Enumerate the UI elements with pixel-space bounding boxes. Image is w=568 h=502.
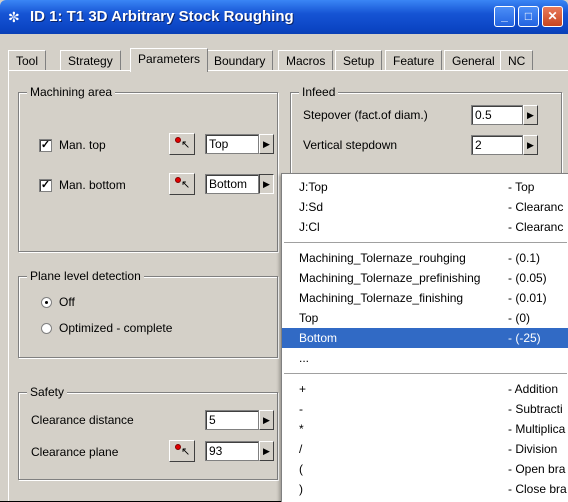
clearance-plane-pick-button[interactable]: ↖ [169,440,195,462]
menu-item-jcl[interactable]: J:Cl - Clearanc [282,217,568,237]
man-top-menu-button[interactable]: ▶ [259,134,274,154]
tab-nc[interactable]: NC [500,50,534,70]
menu-separator [284,242,567,243]
menu-item-division[interactable]: / - Division [282,439,568,459]
infeed-group: Infeed Stepover (fact.of diam.) 0.5 ▶ Ve… [290,85,562,184]
infeed-legend: Infeed [299,85,339,99]
plane-level-optimized-label: Optimized - complete [59,321,173,335]
man-bottom-label: Man. bottom [59,178,126,192]
menu-item-top[interactable]: Top - (0) [282,308,568,328]
vertical-stepdown-menu-button[interactable]: ▶ [523,135,538,155]
menu-item-multiplication[interactable]: * - Multiplica [282,419,568,439]
menu-item-jtop[interactable]: J:Top - Top [282,177,568,197]
safety-group: Safety Clearance distance 5 ▶ Clearance … [18,385,278,480]
plane-level-group: Plane level detection Off Optimized - co… [18,269,278,358]
plane-level-legend: Plane level detection [27,269,144,283]
man-top-label: Man. top [59,138,106,152]
menu-item-tol-prefinishing[interactable]: Machining_Tolernaze_prefinishing - (0.05) [282,268,568,288]
menu-item-bottom[interactable]: Bottom - (-25) [282,328,568,348]
menu-item-more[interactable]: ... [282,348,568,368]
tab-parameters[interactable]: Parameters [130,48,209,72]
tab-strategy[interactable]: Strategy [60,50,121,70]
man-bottom-field[interactable]: Bottom [205,174,259,194]
minimize-button[interactable]: _ [494,6,515,27]
man-bottom-menu-button[interactable]: ▶ [259,174,274,194]
man-bottom-checkbox[interactable]: ✓ [39,179,52,192]
stepover-label: Stepover (fact.of diam.) [303,108,428,122]
menu-item-addition[interactable]: + - Addition [282,379,568,399]
menu-item-tol-finishing[interactable]: Machining_Tolernaze_finishing - (0.01) [282,288,568,308]
tab-feature[interactable]: Feature [385,50,443,70]
safety-legend: Safety [27,385,68,399]
clearance-distance-field[interactable]: 5 [205,410,259,430]
stepover-field[interactable]: 0.5 [471,105,523,125]
clearance-plane-label: Clearance plane [31,445,119,459]
plane-level-optimized-radio[interactable] [41,323,52,334]
vertical-stepdown-field[interactable]: 2 [471,135,523,155]
cursor-icon: ↖ [181,446,191,458]
tab-boundary[interactable]: Boundary [206,50,274,70]
man-top-field[interactable]: Top [205,134,259,154]
stepover-menu-button[interactable]: ▶ [523,105,538,125]
menu-item-jsd[interactable]: J:Sd - Clearanc [282,197,568,217]
clearance-distance-label: Clearance distance [31,413,134,427]
machining-area-legend: Machining area [27,85,116,99]
dialog-window: ✼ ID 1: T1 3D Arbitrary Stock Roughing _… [0,0,568,502]
menu-item-open-bracket[interactable]: (- Open bra [282,459,568,479]
menu-separator [284,373,567,374]
tab-tool[interactable]: Tool [8,50,47,70]
close-button[interactable]: ✕ [542,6,563,27]
tab-macros[interactable]: Macros [278,50,334,70]
window-title: ID 1: T1 3D Arbitrary Stock Roughing [30,8,294,25]
tab-strip: Tool Strategy Parameters Boundary Macros… [8,48,568,72]
menu-item-close-bracket[interactable]: ) - Close bra [282,479,568,499]
maximize-button[interactable]: □ [518,6,539,27]
man-bottom-pick-button[interactable]: ↖ [169,173,195,195]
man-top-checkbox[interactable]: ✓ [39,139,52,152]
menu-item-tol-roughing[interactable]: Machining_Tolernaze_rouhging - (0.1) [282,248,568,268]
tab-setup[interactable]: Setup [335,50,383,70]
title-bar[interactable]: ✼ ID 1: T1 3D Arbitrary Stock Roughing _… [0,0,568,34]
menu-item-subtraction[interactable]: -- Subtracti [282,399,568,419]
vertical-stepdown-label: Vertical stepdown [303,138,398,152]
cursor-icon: ↖ [181,139,191,151]
tool-icon: ✼ [8,9,20,25]
cursor-icon: ↖ [181,179,191,191]
man-top-pick-button[interactable]: ↖ [169,133,195,155]
plane-level-off-radio[interactable] [41,297,52,308]
clearance-plane-field[interactable]: 93 [205,441,259,461]
machining-area-group: Machining area ✓ Man. top ↖ Top ▶ ✓ Man.… [18,85,278,252]
plane-level-off-label: Off [59,295,75,309]
clearance-distance-menu-button[interactable]: ▶ [259,410,274,430]
tab-general[interactable]: General [444,50,503,70]
clearance-plane-menu-button[interactable]: ▶ [259,441,274,461]
parameter-popup-menu: J:Top - Top J:Sd - Clearanc J:Cl - Clearanc… [281,173,568,502]
